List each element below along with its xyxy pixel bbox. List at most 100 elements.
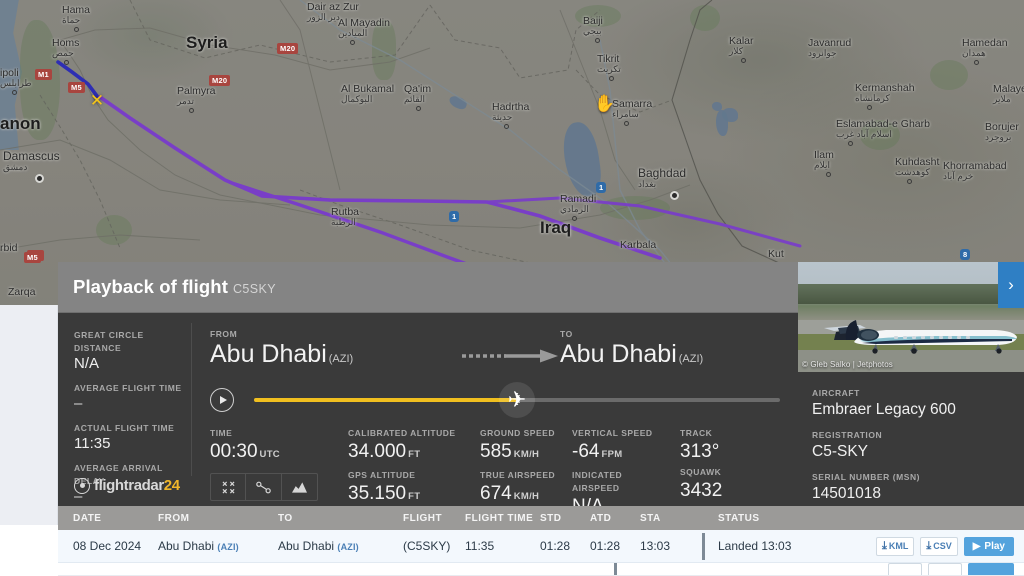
flight-history-table: DATE FROM TO FLIGHT FLIGHT TIME STD ATD …: [58, 506, 1024, 576]
map-city-label: Malaye ملاير: [993, 83, 1024, 105]
cell-date: 08 Dec 2024: [73, 539, 142, 553]
metric-value: 313°: [680, 441, 720, 462]
flight-summary-column: GREAT CIRCLE DISTANCE N/A AVERAGE FLIGHT…: [58, 313, 192, 506]
map-city-label: Borujer بروجرد: [985, 121, 1019, 143]
map-city-dot: [741, 58, 746, 63]
map-city-label: Khorramabad خرم آباد: [943, 160, 1007, 182]
chevron-right-icon: ›: [1008, 275, 1014, 294]
aircraft-details: AIRCRAFT Embraer Legacy 600 REGISTRATION…: [798, 372, 1024, 504]
map-city-dot: [504, 124, 509, 129]
map-city-label: Eslamabad-e Gharb اسلام آباد غرب: [836, 118, 930, 140]
col-header-flight[interactable]: FLIGHT: [403, 513, 465, 524]
photo-treeline: [798, 284, 1024, 304]
col-header-from[interactable]: FROM: [158, 513, 278, 524]
map-city-dot: [848, 141, 853, 146]
map-city-label: Al Bukamal البوكمال: [341, 83, 395, 105]
map-city-label: Hadrtha حديثة: [492, 101, 530, 123]
map-city-dot: [416, 106, 421, 111]
map-city-dot: [624, 121, 629, 126]
map-city-label: Tikrit تكريت: [597, 53, 621, 75]
play-button[interactable]: [210, 388, 234, 412]
aircraft-position-marker[interactable]: ✕: [88, 92, 106, 110]
col-header-to[interactable]: TO: [278, 513, 403, 524]
map-city-dot: [572, 216, 577, 221]
table-header-row: DATE FROM TO FLIGHT FLIGHT TIME STD ATD …: [58, 506, 1024, 530]
timeline-thumb[interactable]: ✈: [499, 382, 535, 418]
col-header-sta[interactable]: STA: [640, 513, 702, 524]
status-indicator-bar: [702, 533, 705, 560]
route-from-label: FROM: [210, 329, 238, 339]
timeline-progress: [254, 398, 517, 402]
download-kml-button[interactable]: ⤓ KML: [875, 536, 915, 556]
metric-unit: KM/H: [513, 449, 540, 460]
metric-label: CALIBRATED ALTITUDE: [348, 428, 456, 438]
playback-title-text: Playback of flight: [73, 276, 228, 297]
map-road-badge: M5: [68, 82, 85, 93]
map-city-dot: [609, 76, 614, 81]
metric-label: TIME: [210, 428, 233, 438]
metric-unit: FPM: [601, 449, 623, 460]
col-header-date[interactable]: DATE: [58, 513, 158, 524]
map-city-label: Palmyra تدمر: [177, 85, 216, 107]
col-header-flight-time[interactable]: FLIGHT TIME: [465, 513, 540, 524]
col-header-std[interactable]: STD: [540, 513, 590, 524]
playback-scrubber[interactable]: ✈: [210, 382, 780, 418]
table-row[interactable]: 08 Dec 2024 Abu Dhabi (AZI) Abu Dhabi (A…: [58, 530, 1024, 563]
map-city-label: rbid: [0, 242, 18, 254]
kml-label: KML: [888, 541, 909, 551]
table-row-partial[interactable]: [58, 563, 1024, 575]
map-country-label: Iraq: [540, 218, 572, 237]
field-value: 14501018: [812, 485, 881, 502]
metric-time: TIME 00:30 UTC: [210, 427, 348, 518]
map-road-badge: M1: [35, 69, 52, 80]
collapse-icon[interactable]: [211, 474, 247, 500]
download-csv-button[interactable]: ⤓ CSV: [920, 536, 958, 556]
metric-unit: KM/H: [513, 491, 540, 502]
map-city-label: Kalar كلار: [729, 35, 754, 57]
map-city-label: Damascus دمشق: [3, 149, 60, 172]
chart-icon[interactable]: [282, 474, 317, 500]
route-link-icon[interactable]: [246, 474, 282, 500]
status-badge: Landed 13:03: [718, 539, 792, 553]
map-city-label: Zarqa: [8, 286, 36, 298]
playback-panel: Playback of flight C5SKY GREAT CIRCLE DIS…: [58, 262, 798, 517]
origin-iata: (AZI): [328, 353, 354, 365]
metric-unit: FT: [408, 491, 421, 502]
photo-credit: © Gleb Salko | Jetphotos: [802, 360, 893, 369]
metric-label: SQUAWK: [680, 467, 722, 477]
map-road-badge: M20: [209, 75, 231, 86]
metric-unit: FT: [408, 449, 421, 460]
metric-label: TRACK: [680, 428, 713, 438]
metric-ground-speed: GROUND SPEED 585 KM/H TRUE AIRSPEED 674 KM…: [480, 427, 572, 518]
col-header-atd[interactable]: ATD: [590, 513, 640, 524]
map-city-label: Karbala: [620, 239, 657, 251]
aircraft-type-field: AIRCRAFT Embraer Legacy 600: [812, 386, 1024, 420]
map-city-label: Dair az Zur دير الزور: [307, 1, 359, 23]
play-playback-button[interactable]: [968, 563, 1014, 575]
map-city-dot: [907, 179, 912, 184]
origin-city[interactable]: Abu Dhabi: [210, 340, 327, 368]
download-kml-button[interactable]: [888, 563, 922, 575]
cell-from[interactable]: Abu Dhabi (AZI): [158, 539, 278, 553]
aircraft-msn-field: SERIAL NUMBER (MSN) 14501018: [812, 470, 1024, 504]
stat-label: AVERAGE FLIGHT TIME: [74, 383, 182, 393]
flightradar24-logo: flightradar24: [74, 477, 180, 494]
download-csv-button[interactable]: [928, 563, 962, 575]
metric-label: GROUND SPEED: [480, 428, 555, 438]
stat-value: N/A: [74, 355, 100, 372]
play-playback-button[interactable]: ▶ Play: [963, 536, 1014, 556]
map-country-label: anon: [0, 114, 41, 133]
map-road-badge: 1: [596, 182, 607, 193]
col-header-status[interactable]: STATUS: [702, 513, 866, 524]
left-side-strip-lower: [0, 525, 58, 576]
aircraft-photo[interactable]: © Gleb Salko | Jetphotos ›: [798, 262, 1024, 372]
destination-iata: (AZI): [678, 353, 704, 365]
field-label: REGISTRATION: [812, 430, 883, 440]
next-photo-button[interactable]: ›: [998, 262, 1024, 308]
map-city-dot: [867, 105, 872, 110]
map-city-dot: [12, 90, 17, 95]
timeline-track[interactable]: ✈: [254, 382, 780, 418]
cell-atd: 01:28: [590, 539, 621, 553]
destination-city[interactable]: Abu Dhabi: [560, 340, 677, 368]
cell-to[interactable]: Abu Dhabi (AZI): [278, 539, 403, 553]
